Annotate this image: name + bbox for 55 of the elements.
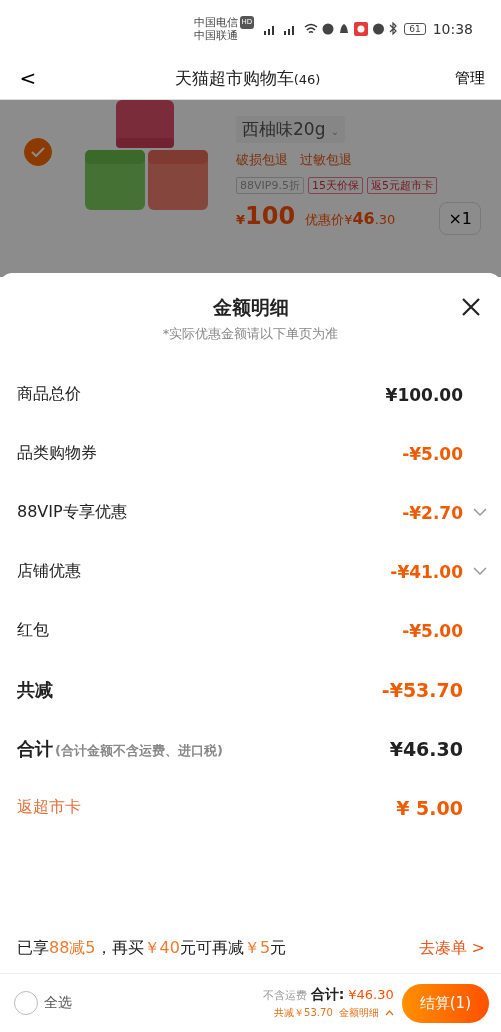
bell-icon — [338, 22, 351, 35]
item-checkbox[interactable] — [24, 138, 52, 166]
row-amount: ¥46.30 — [389, 737, 463, 760]
carrier-name: 中国电信 — [193, 15, 238, 29]
row-label: 返超市卡 — [17, 797, 81, 818]
row-label: 店铺优惠 — [17, 561, 81, 582]
item-price: ¥100 — [236, 202, 296, 230]
checkout-button[interactable]: 结算(1) — [401, 983, 489, 1023]
chevron-down-icon[interactable] — [473, 567, 487, 576]
row-label: 红包 — [17, 620, 49, 641]
app-icon — [322, 22, 335, 35]
row-label: 共减 — [17, 677, 53, 702]
back-button[interactable]: < — [16, 66, 40, 90]
reduction-amount: 共减￥53.70 — [274, 1006, 333, 1020]
row-label: 品类购物券 — [17, 443, 97, 464]
carrier-name: 中国联通 — [193, 28, 239, 42]
chevron-up-icon[interactable] — [384, 1010, 394, 1016]
promo-tag: 15天价保 — [307, 177, 363, 194]
service-label: 过敏包退 — [300, 151, 352, 169]
row-amount: -¥5.00 — [402, 620, 463, 641]
deal-price: 优惠价¥46.30 — [305, 209, 396, 229]
sheet-subtitle: *实际优惠金额请以下单页为准 — [161, 325, 340, 343]
row-label: 商品总价 — [17, 384, 81, 405]
row-amount: -¥41.00 — [390, 561, 463, 582]
quantity-button[interactable]: ×1 — [439, 202, 481, 235]
row-amount: ¥100.00 — [385, 384, 463, 405]
battery-icon: 61 — [404, 22, 426, 35]
page-title: 天猫超市购物车(46) — [173, 66, 322, 90]
checkmark-icon — [31, 147, 45, 157]
wifi-icon — [304, 22, 319, 35]
row-note: (合计金额不含运费、进口税) — [55, 741, 223, 760]
chevron-down-icon[interactable] — [473, 508, 487, 517]
service-label: 破损包退 — [236, 151, 288, 169]
total-label: 合计: — [310, 986, 345, 1004]
select-all-label: 全选 — [44, 994, 72, 1012]
app-icon — [354, 21, 369, 36]
alarm-icon — [372, 22, 386, 35]
shipping-note: 不含运费 — [262, 989, 307, 1003]
detail-link[interactable]: 金额明细 — [338, 1006, 379, 1020]
row-label: 88VIP专享优惠 — [17, 502, 127, 523]
row-amount: -¥53.70 — [381, 678, 463, 701]
row-amount: -¥2.70 — [402, 502, 463, 523]
add-items-link[interactable]: 去凑单 > — [418, 937, 485, 959]
clock-time: 10:38 — [432, 20, 473, 37]
row-amount: -¥5.00 — [402, 443, 463, 464]
row-label: 合计 — [17, 736, 53, 761]
promo-tag: 返5元超市卡 — [366, 177, 437, 194]
promo-message: 已享88减5，再买￥40元可再减￥5元 — [17, 937, 287, 959]
bluetooth-icon — [389, 22, 398, 35]
row-amount: ¥ 5.00 — [396, 796, 463, 819]
sheet-title: 金额明细 — [212, 295, 289, 320]
close-icon[interactable] — [461, 297, 481, 317]
total-amount: ¥46.30 — [348, 987, 394, 1002]
variant-selector[interactable]: 西柚味20g ⌄ — [236, 116, 346, 143]
manage-button[interactable]: 管理 — [455, 68, 485, 88]
